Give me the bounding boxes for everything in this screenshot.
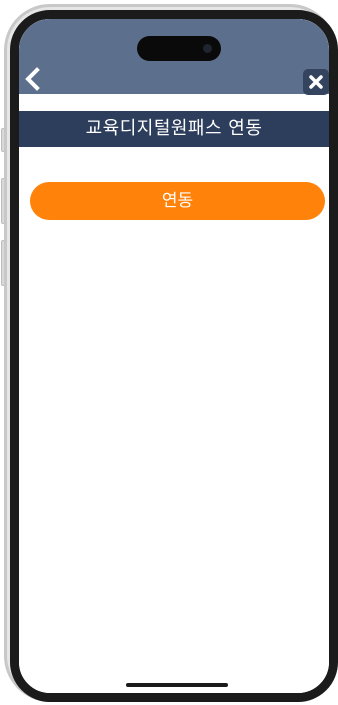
back-button[interactable] [22,67,46,91]
chevron-left-icon [25,67,40,91]
app-screen: 교육디지털원패스 연동 연동 [19,19,329,693]
phone-bezel: 교육디지털원패스 연동 연동 [10,10,338,702]
app-header [19,19,329,95]
home-indicator [126,683,228,687]
close-icon [309,75,323,89]
link-button[interactable]: 연동 [30,182,325,220]
dynamic-island [137,36,221,61]
device-mockup: 교육디지털원패스 연동 연동 [0,0,338,705]
close-button[interactable] [303,69,329,95]
page-title: 교육디지털원패스 연동 [19,111,329,147]
camera-lens [203,44,212,53]
